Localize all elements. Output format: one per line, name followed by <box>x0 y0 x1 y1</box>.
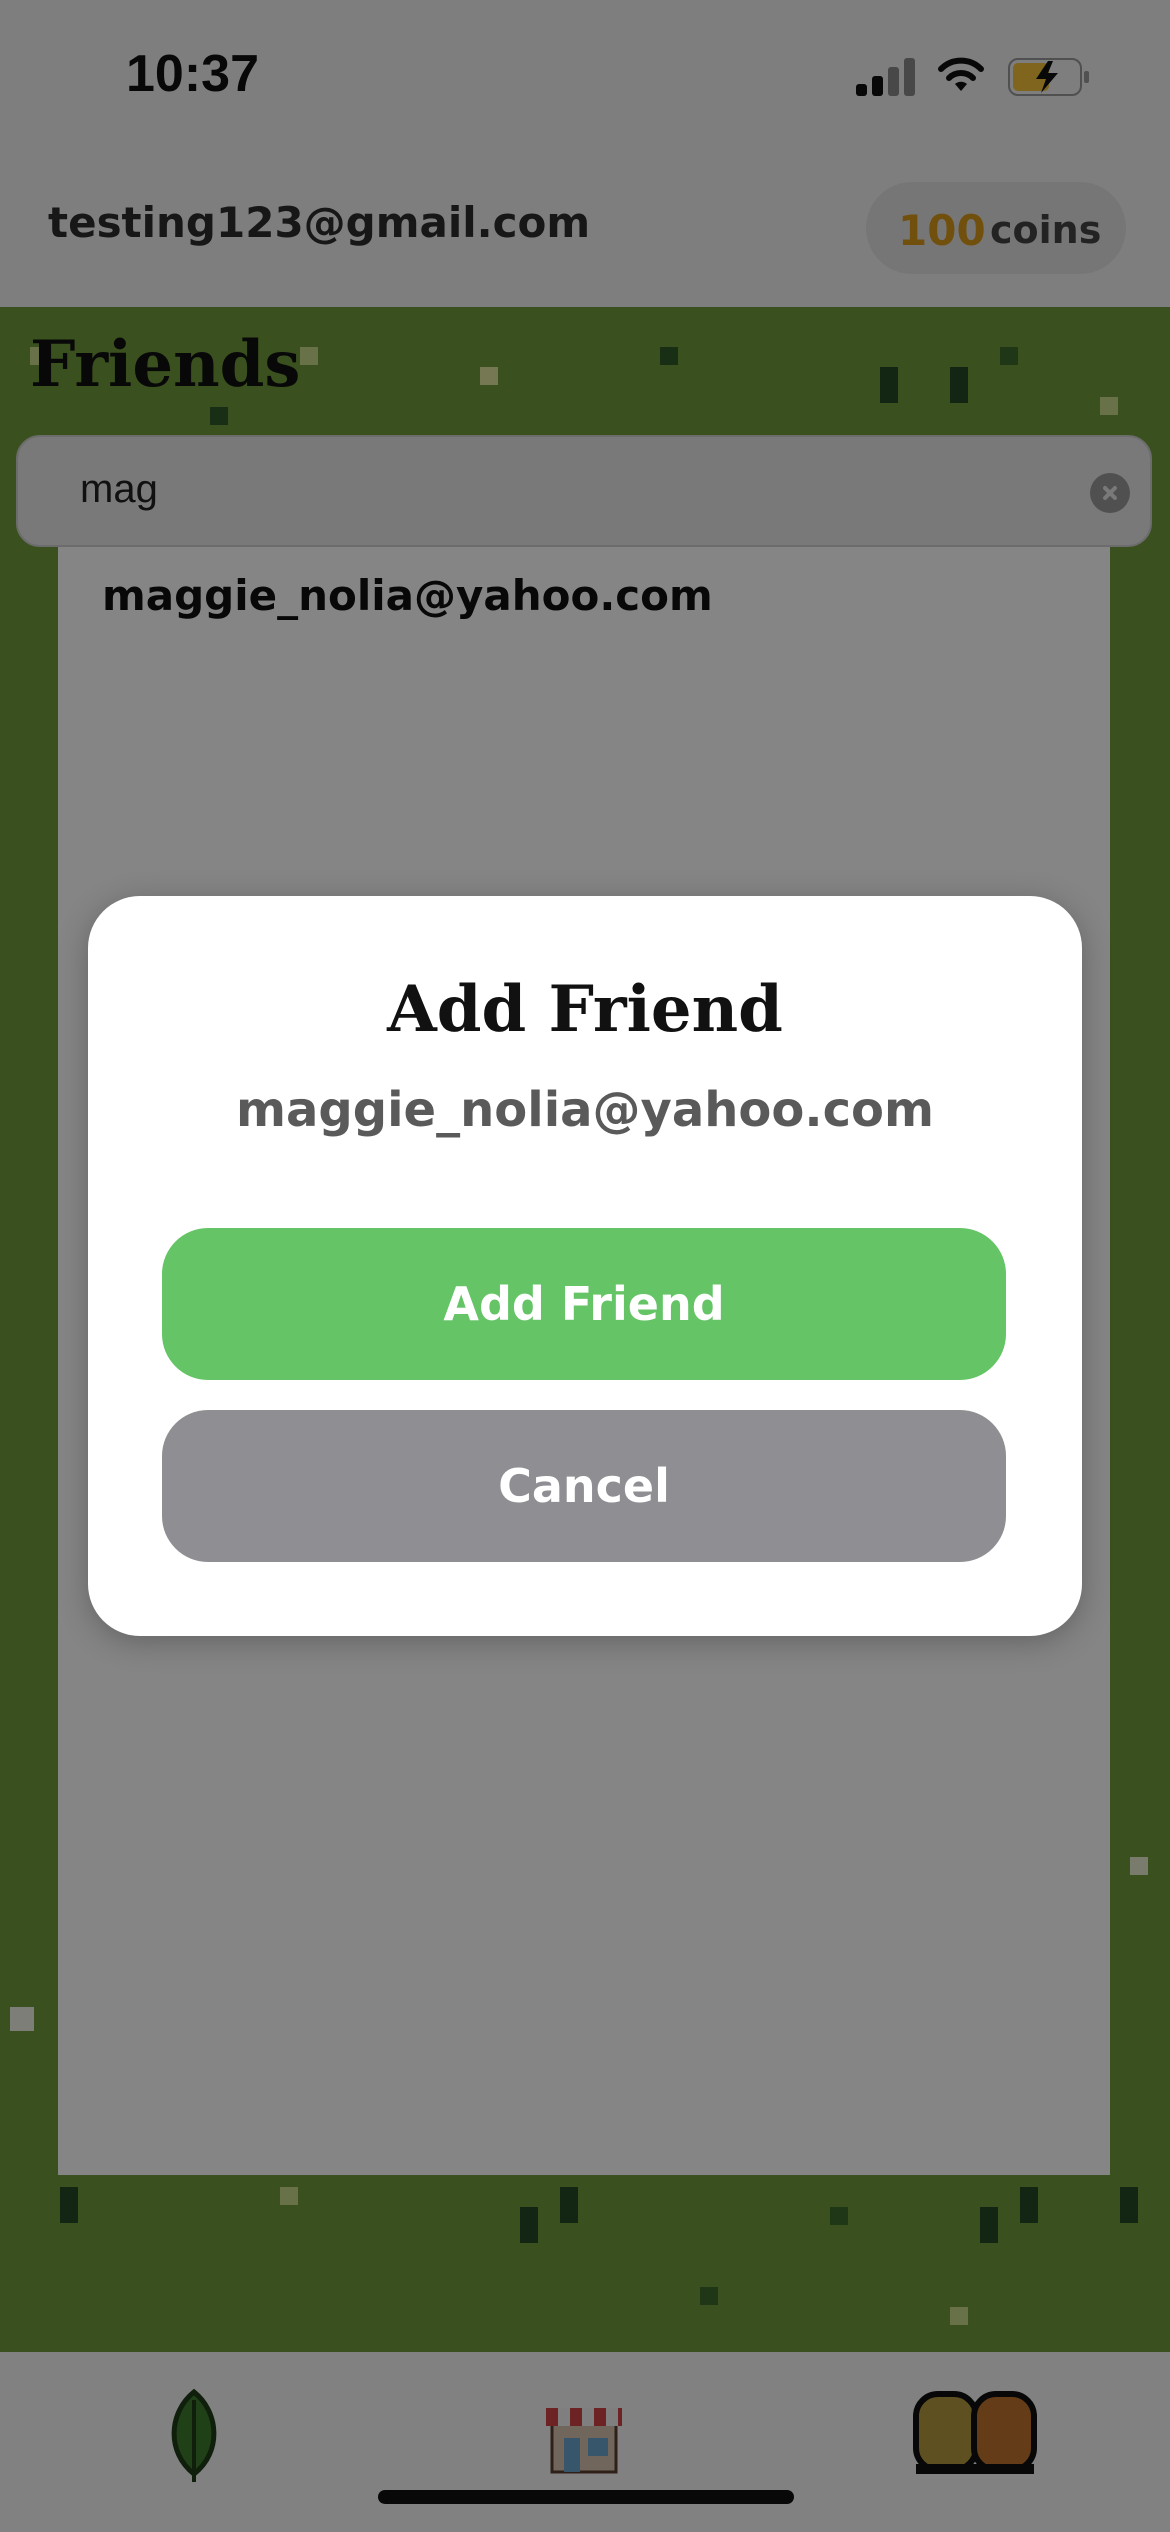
add-friend-dialog: Add Friend maggie_nolia@yahoo.com Add Fr… <box>88 896 1082 1636</box>
dialog-title: Add Friend <box>387 972 783 1047</box>
dialog-email: maggie_nolia@yahoo.com <box>235 1082 935 1138</box>
cancel-button[interactable]: Cancel <box>162 1410 1006 1562</box>
add-friend-button[interactable]: Add Friend <box>162 1228 1006 1380</box>
